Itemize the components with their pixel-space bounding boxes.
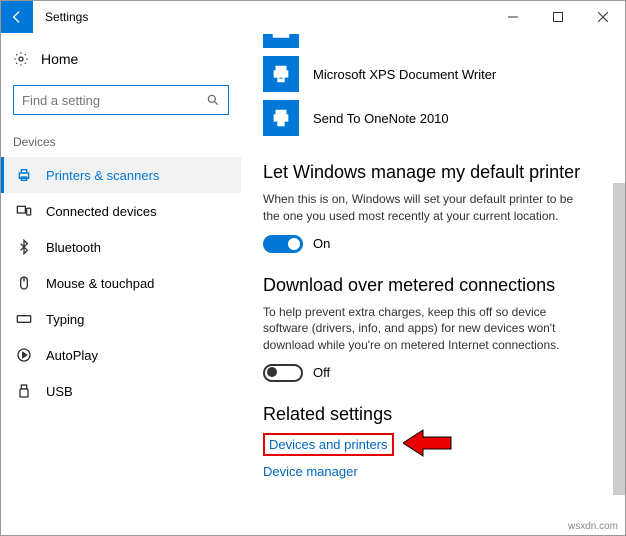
sidebar-item-mouse[interactable]: Mouse & touchpad: [1, 265, 241, 301]
bluetooth-icon: [16, 239, 32, 255]
sidebar-item-bluetooth[interactable]: Bluetooth: [1, 229, 241, 265]
printer-device-icon: [263, 56, 299, 92]
annotation-arrow-icon: [403, 428, 453, 458]
sidebar-item-typing[interactable]: Typing: [1, 301, 241, 337]
home-link[interactable]: Home: [1, 43, 241, 75]
printer-icon: [16, 167, 32, 183]
device-manager-link[interactable]: Device manager: [263, 464, 358, 479]
related-heading: Related settings: [263, 404, 613, 425]
sidebar-item-usb[interactable]: USB: [1, 373, 241, 409]
printer-list-item[interactable]: Send To OneNote 2010: [263, 96, 613, 140]
settings-window: Settings Home Devices: [0, 0, 626, 536]
search-box[interactable]: [13, 85, 229, 115]
content-area: Home Devices Printers & scanners Connect…: [1, 33, 625, 535]
devices-and-printers-link[interactable]: Devices and printers: [269, 437, 388, 452]
main-panel: x Microsoft XPS Document Writer Send To …: [241, 33, 625, 535]
sidebar-item-printers[interactable]: Printers & scanners: [1, 157, 241, 193]
metered-heading: Download over metered connections: [263, 275, 613, 296]
metered-body: To help prevent extra charges, keep this…: [263, 304, 583, 354]
printer-device-icon: [263, 100, 299, 136]
search-input[interactable]: [22, 93, 206, 108]
vertical-scrollbar[interactable]: [613, 183, 625, 495]
category-label: Devices: [1, 125, 241, 157]
sidebar-item-label: Typing: [46, 312, 84, 327]
autoplay-icon: [16, 347, 32, 363]
metered-toggle-row: Off: [263, 364, 613, 382]
maximize-button[interactable]: [535, 1, 580, 33]
search-icon: [206, 93, 220, 107]
usb-icon: [16, 383, 32, 399]
devices-icon: [16, 203, 32, 219]
window-title: Settings: [33, 10, 88, 24]
titlebar: Settings: [1, 1, 625, 33]
mouse-icon: [16, 275, 32, 291]
window-controls: [490, 1, 625, 33]
sidebar-item-label: Connected devices: [46, 204, 157, 219]
sidebar-item-label: AutoPlay: [46, 348, 98, 363]
sidebar-item-autoplay[interactable]: AutoPlay: [1, 337, 241, 373]
printer-device-icon: [263, 34, 299, 48]
back-button[interactable]: [1, 1, 33, 33]
default-printer-body: When this is on, Windows will set your d…: [263, 191, 583, 225]
close-button[interactable]: [580, 1, 625, 33]
keyboard-icon: [16, 311, 32, 327]
default-printer-toggle-label: On: [313, 236, 330, 251]
annotation-highlight: Devices and printers: [263, 433, 394, 456]
printer-label: Send To OneNote 2010: [313, 111, 449, 126]
metered-toggle[interactable]: [263, 364, 303, 382]
default-printer-toggle[interactable]: [263, 235, 303, 253]
sidebar-item-label: Bluetooth: [46, 240, 101, 255]
printer-list-item[interactable]: x: [263, 33, 613, 52]
metered-toggle-label: Off: [313, 365, 330, 380]
watermark: wsxdn.com: [568, 521, 618, 532]
default-printer-toggle-row: On: [263, 235, 613, 253]
minimize-button[interactable]: [490, 1, 535, 33]
sidebar-item-label: Printers & scanners: [46, 168, 159, 183]
sidebar: Home Devices Printers & scanners Connect…: [1, 33, 241, 535]
printer-list-item[interactable]: Microsoft XPS Document Writer: [263, 52, 613, 96]
sidebar-item-connected[interactable]: Connected devices: [1, 193, 241, 229]
gear-icon: [13, 51, 29, 67]
default-printer-heading: Let Windows manage my default printer: [263, 162, 613, 183]
home-label: Home: [41, 51, 78, 67]
sidebar-item-label: Mouse & touchpad: [46, 276, 154, 291]
printer-label: Microsoft XPS Document Writer: [313, 67, 496, 82]
sidebar-item-label: USB: [46, 384, 73, 399]
